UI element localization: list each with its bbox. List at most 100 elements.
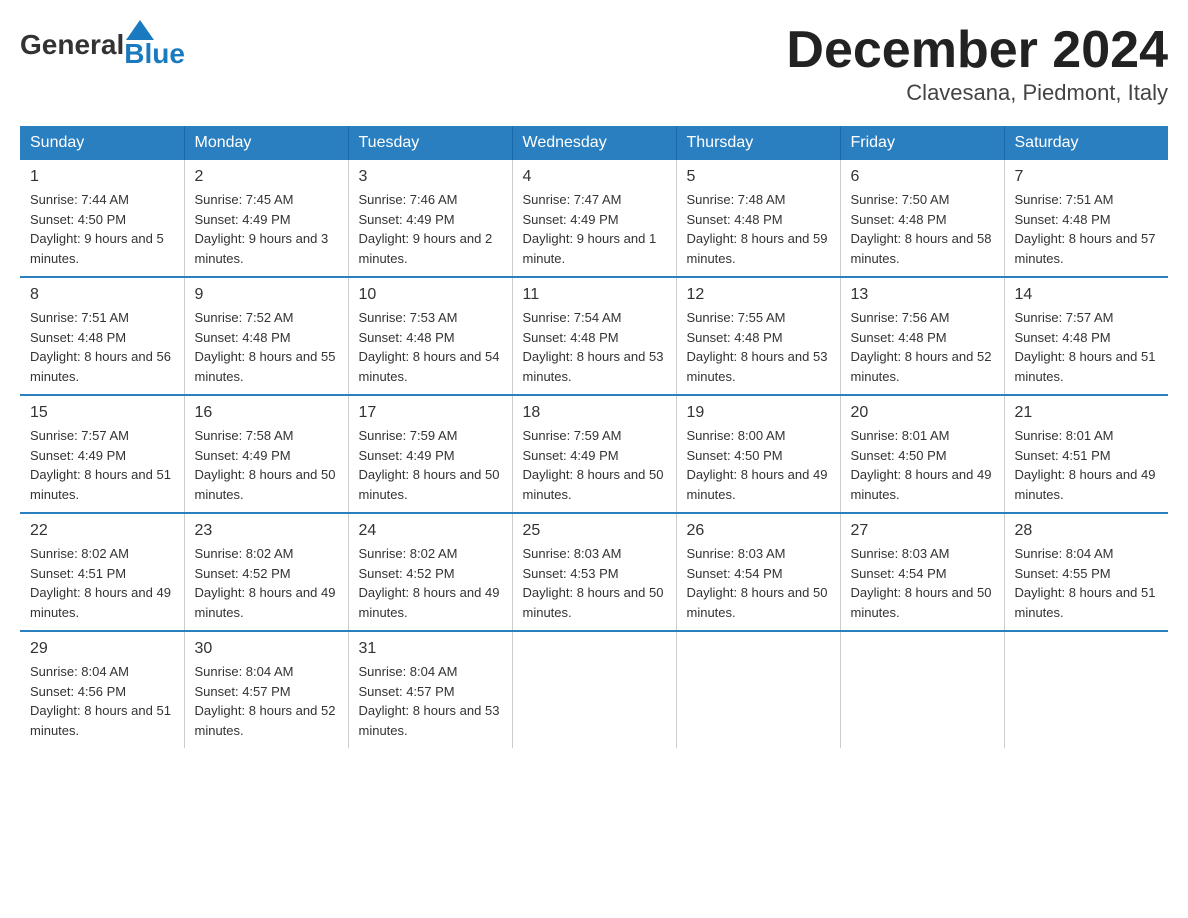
day-number: 12 — [687, 286, 830, 304]
day-info: Sunrise: 7:52 AM Sunset: 4:48 PM Dayligh… — [195, 308, 338, 386]
calendar-table: Sunday Monday Tuesday Wednesday Thursday… — [20, 126, 1168, 748]
daylight-label: Daylight: 8 hours and 51 minutes. — [30, 703, 171, 738]
sunrise-label: Sunrise: 7:59 AM — [523, 428, 622, 443]
sunrise-label: Sunrise: 7:57 AM — [30, 428, 129, 443]
location: Clavesana, Piedmont, Italy — [786, 80, 1168, 106]
daylight-label: Daylight: 8 hours and 58 minutes. — [851, 231, 992, 266]
calendar-cell: 31 Sunrise: 8:04 AM Sunset: 4:57 PM Dayl… — [348, 631, 512, 748]
calendar-cell: 1 Sunrise: 7:44 AM Sunset: 4:50 PM Dayli… — [20, 160, 184, 277]
day-number: 3 — [359, 168, 502, 186]
daylight-label: Daylight: 8 hours and 57 minutes. — [1015, 231, 1156, 266]
day-info: Sunrise: 8:04 AM Sunset: 4:56 PM Dayligh… — [30, 662, 174, 740]
calendar-cell: 7 Sunrise: 7:51 AM Sunset: 4:48 PM Dayli… — [1004, 160, 1168, 277]
calendar-cell: 8 Sunrise: 7:51 AM Sunset: 4:48 PM Dayli… — [20, 277, 184, 395]
day-number: 18 — [523, 404, 666, 422]
sunrise-label: Sunrise: 7:47 AM — [523, 192, 622, 207]
day-info: Sunrise: 7:57 AM Sunset: 4:48 PM Dayligh… — [1015, 308, 1159, 386]
day-info: Sunrise: 8:04 AM Sunset: 4:57 PM Dayligh… — [195, 662, 338, 740]
day-number: 13 — [851, 286, 994, 304]
day-number: 25 — [523, 522, 666, 540]
day-number: 10 — [359, 286, 502, 304]
daylight-label: Daylight: 9 hours and 1 minute. — [523, 231, 657, 266]
calendar-cell: 10 Sunrise: 7:53 AM Sunset: 4:48 PM Dayl… — [348, 277, 512, 395]
day-number: 7 — [1015, 168, 1159, 186]
wednesday-header: Wednesday — [512, 126, 676, 160]
sunset-label: Sunset: 4:48 PM — [851, 330, 947, 345]
daylight-label: Daylight: 8 hours and 51 minutes. — [1015, 349, 1156, 384]
sunset-label: Sunset: 4:48 PM — [687, 330, 783, 345]
day-number: 14 — [1015, 286, 1159, 304]
sunset-label: Sunset: 4:49 PM — [195, 212, 291, 227]
day-number: 9 — [195, 286, 338, 304]
sunrise-label: Sunrise: 8:02 AM — [30, 546, 129, 561]
calendar-cell: 4 Sunrise: 7:47 AM Sunset: 4:49 PM Dayli… — [512, 160, 676, 277]
calendar-cell: 3 Sunrise: 7:46 AM Sunset: 4:49 PM Dayli… — [348, 160, 512, 277]
title-section: December 2024 Clavesana, Piedmont, Italy — [786, 20, 1168, 106]
day-number: 22 — [30, 522, 174, 540]
logo-blue-part: Blue — [124, 20, 185, 70]
calendar-week-row: 1 Sunrise: 7:44 AM Sunset: 4:50 PM Dayli… — [20, 160, 1168, 277]
logo-triangle-icon — [126, 20, 154, 40]
day-info: Sunrise: 7:51 AM Sunset: 4:48 PM Dayligh… — [30, 308, 174, 386]
sunrise-label: Sunrise: 7:50 AM — [851, 192, 950, 207]
calendar-cell: 28 Sunrise: 8:04 AM Sunset: 4:55 PM Dayl… — [1004, 513, 1168, 631]
day-number: 5 — [687, 168, 830, 186]
sunrise-label: Sunrise: 8:04 AM — [195, 664, 294, 679]
calendar-cell: 25 Sunrise: 8:03 AM Sunset: 4:53 PM Dayl… — [512, 513, 676, 631]
day-number: 19 — [687, 404, 830, 422]
sunset-label: Sunset: 4:48 PM — [851, 212, 947, 227]
daylight-label: Daylight: 8 hours and 50 minutes. — [851, 585, 992, 620]
day-info: Sunrise: 7:54 AM Sunset: 4:48 PM Dayligh… — [523, 308, 666, 386]
daylight-label: Daylight: 8 hours and 51 minutes. — [30, 467, 171, 502]
days-row: Sunday Monday Tuesday Wednesday Thursday… — [20, 126, 1168, 160]
sunrise-label: Sunrise: 7:58 AM — [195, 428, 294, 443]
daylight-label: Daylight: 8 hours and 49 minutes. — [851, 467, 992, 502]
sunset-label: Sunset: 4:49 PM — [359, 448, 455, 463]
calendar-cell: 23 Sunrise: 8:02 AM Sunset: 4:52 PM Dayl… — [184, 513, 348, 631]
sunset-label: Sunset: 4:49 PM — [195, 448, 291, 463]
tuesday-header: Tuesday — [348, 126, 512, 160]
calendar-week-row: 29 Sunrise: 8:04 AM Sunset: 4:56 PM Dayl… — [20, 631, 1168, 748]
daylight-label: Daylight: 9 hours and 5 minutes. — [30, 231, 164, 266]
day-number: 23 — [195, 522, 338, 540]
day-info: Sunrise: 7:59 AM Sunset: 4:49 PM Dayligh… — [359, 426, 502, 504]
friday-header: Friday — [840, 126, 1004, 160]
daylight-label: Daylight: 8 hours and 51 minutes. — [1015, 585, 1156, 620]
sunrise-label: Sunrise: 7:45 AM — [195, 192, 294, 207]
logo-general-text: General — [20, 29, 124, 61]
daylight-label: Daylight: 8 hours and 54 minutes. — [359, 349, 500, 384]
page-header: General Blue December 2024 Clavesana, Pi… — [20, 20, 1168, 106]
sunset-label: Sunset: 4:54 PM — [851, 566, 947, 581]
daylight-label: Daylight: 8 hours and 49 minutes. — [30, 585, 171, 620]
sunrise-label: Sunrise: 7:57 AM — [1015, 310, 1114, 325]
day-number: 29 — [30, 640, 174, 658]
sunset-label: Sunset: 4:50 PM — [687, 448, 783, 463]
day-number: 26 — [687, 522, 830, 540]
day-info: Sunrise: 7:47 AM Sunset: 4:49 PM Dayligh… — [523, 190, 666, 268]
day-number: 8 — [30, 286, 174, 304]
sunrise-label: Sunrise: 8:02 AM — [195, 546, 294, 561]
sunrise-label: Sunrise: 7:54 AM — [523, 310, 622, 325]
calendar-cell: 11 Sunrise: 7:54 AM Sunset: 4:48 PM Dayl… — [512, 277, 676, 395]
daylight-label: Daylight: 8 hours and 50 minutes. — [359, 467, 500, 502]
day-number: 4 — [523, 168, 666, 186]
daylight-label: Daylight: 8 hours and 53 minutes. — [523, 349, 664, 384]
day-number: 24 — [359, 522, 502, 540]
calendar-cell — [840, 631, 1004, 748]
sunset-label: Sunset: 4:51 PM — [30, 566, 126, 581]
sunset-label: Sunset: 4:48 PM — [1015, 330, 1111, 345]
daylight-label: Daylight: 8 hours and 49 minutes. — [359, 585, 500, 620]
day-info: Sunrise: 7:51 AM Sunset: 4:48 PM Dayligh… — [1015, 190, 1159, 268]
day-info: Sunrise: 8:01 AM Sunset: 4:51 PM Dayligh… — [1015, 426, 1159, 504]
daylight-label: Daylight: 8 hours and 52 minutes. — [851, 349, 992, 384]
daylight-label: Daylight: 8 hours and 49 minutes. — [687, 467, 828, 502]
sunset-label: Sunset: 4:54 PM — [687, 566, 783, 581]
calendar-cell — [1004, 631, 1168, 748]
sunrise-label: Sunrise: 7:56 AM — [851, 310, 950, 325]
day-info: Sunrise: 8:01 AM Sunset: 4:50 PM Dayligh… — [851, 426, 994, 504]
sunrise-label: Sunrise: 7:46 AM — [359, 192, 458, 207]
sunrise-label: Sunrise: 7:44 AM — [30, 192, 129, 207]
calendar-cell — [512, 631, 676, 748]
daylight-label: Daylight: 8 hours and 50 minutes. — [687, 585, 828, 620]
calendar-week-row: 15 Sunrise: 7:57 AM Sunset: 4:49 PM Dayl… — [20, 395, 1168, 513]
